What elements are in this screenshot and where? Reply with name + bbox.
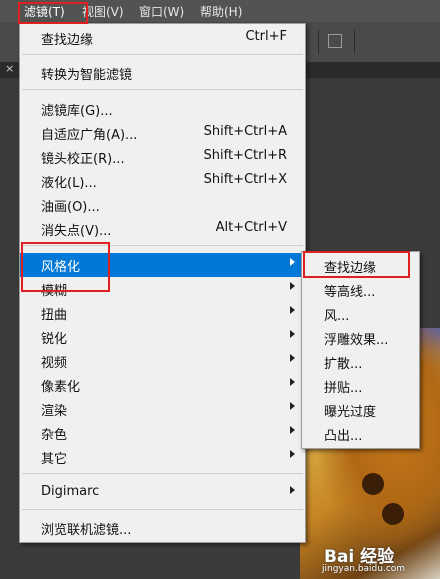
submenu-item-label: 风... xyxy=(324,309,350,324)
submenu-arrow-icon xyxy=(290,354,295,362)
menu-item-label: 像素化 xyxy=(41,380,81,395)
toolbar-separator xyxy=(354,30,355,54)
submenu-item-label: 曝光过度 xyxy=(324,405,377,420)
menu-item-adaptive-wide-angle[interactable]: 自适应广角(A)... Shift+Ctrl+A xyxy=(20,121,305,145)
menu-view[interactable]: 视图(V) xyxy=(82,3,124,20)
toolbar-separator xyxy=(318,30,319,54)
watermark-url: jingyan.baidu.com xyxy=(322,564,406,574)
image-hole xyxy=(362,473,384,495)
menu-item-shortcut: Ctrl+F xyxy=(245,29,287,44)
submenu-item-label: 拼贴... xyxy=(324,381,363,396)
menu-item-label: 视频 xyxy=(41,356,68,371)
submenu-arrow-icon xyxy=(290,378,295,386)
submenu-arrow-icon xyxy=(290,486,295,494)
menu-item-label: 自适应广角(A)... xyxy=(41,128,138,143)
submenu-arrow-icon xyxy=(290,330,295,338)
menu-window[interactable]: 窗口(W) xyxy=(139,3,184,20)
menu-divider xyxy=(22,473,303,474)
submenu-item-label: 浮雕效果... xyxy=(324,333,389,348)
submenu-item-wind[interactable]: 风... xyxy=(302,302,419,326)
menu-item-label: 油画(O)... xyxy=(41,200,100,215)
menu-item-label: 查找边缘 xyxy=(41,33,94,48)
menu-item-label: 其它 xyxy=(41,452,68,467)
menu-item-shortcut: Shift+Ctrl+R xyxy=(203,148,288,163)
submenu-arrow-icon xyxy=(290,258,295,266)
menu-item-video[interactable]: 视频 xyxy=(20,349,305,373)
menu-item-shortcut: Shift+Ctrl+X xyxy=(203,172,287,187)
menu-divider xyxy=(22,509,303,510)
menu-item-noise[interactable]: 杂色 xyxy=(20,421,305,445)
menu-item-label: Digimarc xyxy=(41,484,100,499)
submenu-item-contour[interactable]: 等高线... xyxy=(302,278,419,302)
submenu-item-solarize[interactable]: 曝光过度 xyxy=(302,398,419,422)
submenu-arrow-icon xyxy=(290,282,295,290)
menu-item-label: 锐化 xyxy=(41,332,68,347)
submenu-item-tiles[interactable]: 拼贴... xyxy=(302,374,419,398)
menu-item-shortcut: Alt+Ctrl+V xyxy=(215,220,287,235)
menu-item-render[interactable]: 渲染 xyxy=(20,397,305,421)
menu-item-sharpen[interactable]: 锐化 xyxy=(20,325,305,349)
menu-item-lens-correction[interactable]: 镜头校正(R)... Shift+Ctrl+R xyxy=(20,145,305,169)
menu-item-label: 浏览联机滤镜... xyxy=(41,523,132,538)
submenu-item-label: 凸出... xyxy=(324,429,363,444)
menu-item-filter-gallery[interactable]: 滤镜库(G)... xyxy=(20,97,305,121)
submenu-item-label: 等高线... xyxy=(324,285,376,300)
menu-item-oil-paint[interactable]: 油画(O)... xyxy=(20,193,305,217)
submenu-item-diffuse[interactable]: 扩散... xyxy=(302,350,419,374)
submenu-arrow-icon xyxy=(290,450,295,458)
menu-item-pixelate[interactable]: 像素化 xyxy=(20,373,305,397)
align-icon[interactable] xyxy=(328,34,342,48)
menu-item-label: 扭曲 xyxy=(41,308,68,323)
annotation-box-filter-menu xyxy=(18,2,88,24)
menu-item-label: 转换为智能滤镜 xyxy=(41,68,133,83)
annotation-box-stylize xyxy=(21,242,110,292)
menu-divider xyxy=(22,54,303,55)
menu-item-label: 渲染 xyxy=(41,404,68,419)
menu-item-label: 消失点(V)... xyxy=(41,224,112,239)
menu-item-distort[interactable]: 扭曲 xyxy=(20,301,305,325)
menu-item-label: 杂色 xyxy=(41,428,68,443)
menu-item-find-edges-last[interactable]: 查找边缘 Ctrl+F xyxy=(20,26,305,50)
annotation-box-find-edges xyxy=(303,251,410,278)
submenu-arrow-icon xyxy=(290,402,295,410)
submenu-item-label: 扩散... xyxy=(324,357,363,372)
menu-item-convert-smart-filter[interactable]: 转换为智能滤镜 xyxy=(20,61,305,85)
stylize-submenu: 查找边缘 等高线... 风... 浮雕效果... 扩散... 拼贴... 曝光过… xyxy=(301,251,420,449)
submenu-item-emboss[interactable]: 浮雕效果... xyxy=(302,326,419,350)
menu-divider xyxy=(22,89,303,90)
image-hole xyxy=(382,503,404,525)
menu-item-digimarc[interactable]: Digimarc xyxy=(20,481,305,505)
baidu-watermark: Bai 经验 jingyan.baidu.com xyxy=(322,540,440,579)
submenu-arrow-icon xyxy=(290,306,295,314)
menu-item-other[interactable]: 其它 xyxy=(20,445,305,469)
submenu-item-extrude[interactable]: 凸出... xyxy=(302,422,419,446)
menu-item-vanishing-point[interactable]: 消失点(V)... Alt+Ctrl+V xyxy=(20,217,305,241)
menu-item-label: 液化(L)... xyxy=(41,176,97,191)
submenu-arrow-icon xyxy=(290,426,295,434)
menu-help[interactable]: 帮助(H) xyxy=(200,3,242,20)
menu-item-label: 滤镜库(G)... xyxy=(41,104,113,119)
menu-item-shortcut: Shift+Ctrl+A xyxy=(203,124,287,139)
menu-item-label: 镜头校正(R)... xyxy=(41,152,125,167)
menu-item-browse-online-filters[interactable]: 浏览联机滤镜... xyxy=(20,516,305,540)
menu-item-liquify[interactable]: 液化(L)... Shift+Ctrl+X xyxy=(20,169,305,193)
close-icon[interactable]: × xyxy=(5,62,14,75)
